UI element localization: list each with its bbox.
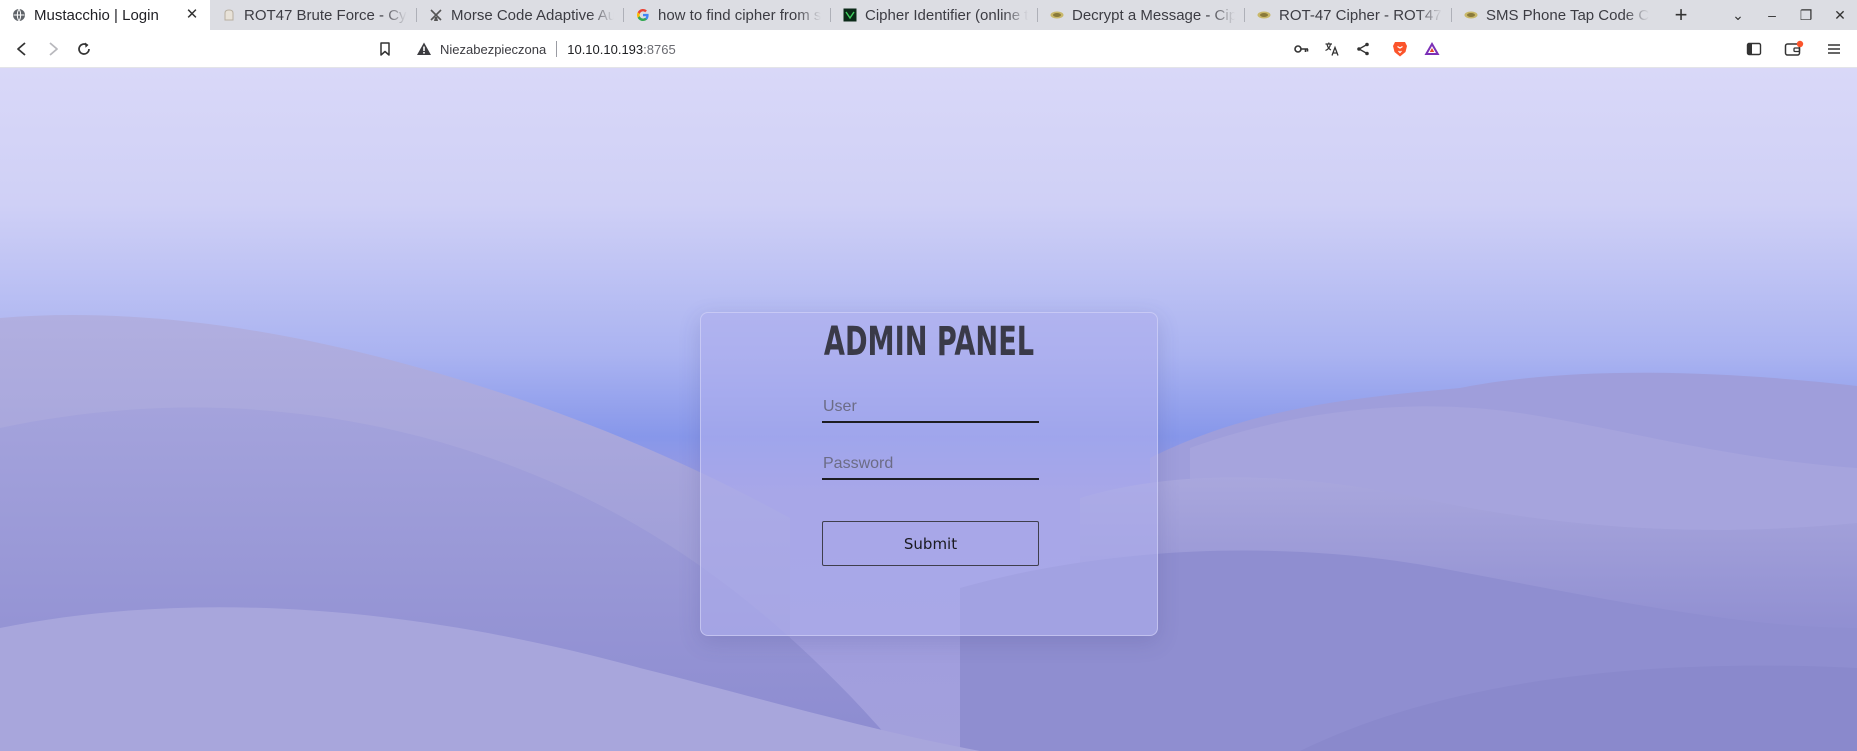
- page-viewport: ADMIN PANEL Submit: [0, 68, 1857, 751]
- globe-icon: [12, 8, 26, 22]
- tab-title: Cipher Identifier (online t: [865, 6, 1028, 24]
- password-key-button[interactable]: [1289, 37, 1313, 61]
- tab-title: Decrypt a Message - Ciphe: [1072, 6, 1235, 24]
- tab-title: Mustacchio | Login: [34, 6, 159, 24]
- tab-rot47-cipher[interactable]: ROT-47 Cipher - ROT47 - C: [1245, 0, 1452, 30]
- tab-strip-spacer: [1703, 0, 1721, 30]
- forward-button[interactable]: [41, 37, 65, 61]
- dcode-icon: [843, 8, 857, 22]
- sidebar-toggle-button[interactable]: [1742, 37, 1766, 61]
- brave-shields-button[interactable]: [1388, 37, 1412, 61]
- hamburger-menu-icon: [1828, 44, 1840, 54]
- url-host: 10.10.10.193: [567, 41, 644, 57]
- bookmark-icon: [380, 42, 390, 56]
- tab-title: Morse Code Adaptive Aud: [451, 6, 614, 24]
- bookmark-button[interactable]: [373, 37, 397, 61]
- forward-arrow-icon: [49, 42, 58, 56]
- admin-login-panel: ADMIN PANEL Submit: [700, 312, 1158, 636]
- new-tab-button[interactable]: +: [1659, 0, 1703, 30]
- brave-rewards-icon: [1424, 42, 1440, 55]
- tab-google-search[interactable]: how to find cipher from st: [624, 0, 831, 30]
- translate-icon: [1325, 42, 1339, 56]
- warning-icon: [417, 42, 431, 55]
- tab-title: ROT47 Brute Force - Cyber: [244, 6, 407, 24]
- close-window-button[interactable]: ✕: [1823, 0, 1857, 30]
- submit-button[interactable]: Submit: [822, 521, 1039, 566]
- brave-lion-icon: [1393, 42, 1407, 57]
- address-divider: [556, 41, 558, 57]
- tab-list-button[interactable]: ⌄: [1721, 0, 1755, 30]
- cipher-icon: [1464, 8, 1478, 22]
- close-tab-icon[interactable]: ✕: [184, 7, 200, 23]
- key-icon: [1294, 45, 1309, 53]
- cyberchef-icon: [222, 8, 236, 22]
- tab-sms-phone-tap[interactable]: SMS Phone Tap Code Ciph: [1452, 0, 1659, 30]
- tab-title: SMS Phone Tap Code Ciph: [1486, 6, 1649, 24]
- back-button[interactable]: [10, 37, 34, 61]
- reload-button[interactable]: [72, 37, 96, 61]
- windmill-icon: [429, 8, 443, 22]
- translate-button[interactable]: [1320, 37, 1344, 61]
- share-icon: [1357, 42, 1369, 56]
- cipher-icon: [1257, 8, 1271, 22]
- tab-strip: Mustacchio | Login ✕ ROT47 Brute Force -…: [0, 0, 1857, 30]
- minimize-button[interactable]: –: [1755, 0, 1789, 30]
- url-port: :8765: [643, 41, 676, 57]
- tab-mustacchio-login[interactable]: Mustacchio | Login ✕: [0, 0, 210, 30]
- tab-decrypt-message[interactable]: Decrypt a Message - Ciphe: [1038, 0, 1245, 30]
- user-input[interactable]: [822, 393, 1039, 423]
- menu-button[interactable]: [1822, 37, 1846, 61]
- sidebar-icon: [1746, 42, 1762, 56]
- brave-rewards-button[interactable]: [1420, 37, 1444, 61]
- back-arrow-icon: [17, 42, 26, 56]
- wallet-button[interactable]: [1782, 37, 1806, 61]
- tab-cipher-identifier[interactable]: Cipher Identifier (online t: [831, 0, 1038, 30]
- tab-morse-code[interactable]: Morse Code Adaptive Aud: [417, 0, 624, 30]
- browser-toolbar: Niezabezpieczona 10.10.10.193:8765: [0, 30, 1857, 68]
- google-icon: [636, 8, 650, 22]
- tab-rot47-brute-force[interactable]: ROT47 Brute Force - Cyber: [210, 0, 417, 30]
- tab-title: ROT-47 Cipher - ROT47 - C: [1279, 6, 1442, 24]
- panel-title: ADMIN PANEL: [823, 319, 1035, 365]
- restore-button[interactable]: ❐: [1789, 0, 1823, 30]
- tab-title: how to find cipher from st: [658, 6, 821, 24]
- share-button[interactable]: [1351, 37, 1375, 61]
- reload-icon: [78, 42, 90, 55]
- password-input[interactable]: [822, 450, 1039, 480]
- wallet-icon: [1784, 40, 1804, 56]
- cipher-icon: [1050, 8, 1064, 22]
- security-status-label[interactable]: Niezabezpieczona: [440, 42, 546, 57]
